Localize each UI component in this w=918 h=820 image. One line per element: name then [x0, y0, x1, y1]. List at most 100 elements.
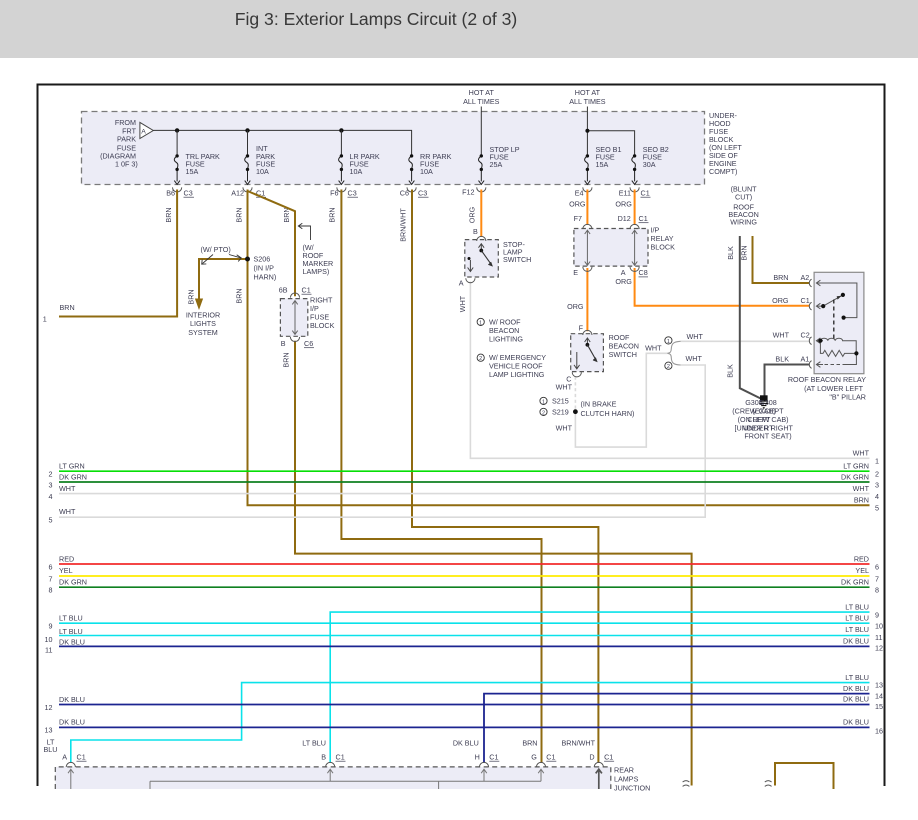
svg-text:6: 6	[875, 562, 879, 571]
svg-text:15: 15	[875, 702, 883, 711]
svg-text:C3: C3	[348, 189, 357, 198]
svg-text:COMPT): COMPT)	[709, 167, 737, 176]
svg-text:BRN/WHT: BRN/WHT	[561, 739, 595, 748]
svg-text:10A: 10A	[256, 167, 269, 176]
svg-text:BRN: BRN	[164, 207, 173, 222]
svg-text:D: D	[589, 753, 594, 762]
svg-text:14: 14	[875, 692, 883, 701]
svg-text:WHT: WHT	[773, 330, 790, 339]
svg-text:Fig 3: Exterior Lamps Circuit: Fig 3: Exterior Lamps Circuit (2 of 3)	[235, 9, 518, 29]
svg-text:WHT: WHT	[645, 344, 662, 353]
svg-text:9: 9	[875, 610, 879, 619]
svg-text:4: 4	[875, 492, 879, 501]
svg-text:REAR: REAR	[614, 765, 634, 774]
svg-text:DK BLU: DK BLU	[843, 695, 869, 704]
svg-text:HOT AT: HOT AT	[469, 88, 495, 97]
svg-text:E: E	[573, 268, 578, 277]
svg-text:A: A	[459, 279, 464, 288]
svg-text:BRN: BRN	[854, 495, 869, 504]
svg-text:BRN: BRN	[60, 303, 75, 312]
svg-text:B6: B6	[166, 189, 175, 198]
svg-text:PARK: PARK	[117, 135, 136, 144]
svg-text:ROOF BEACON RELAY: ROOF BEACON RELAY	[788, 375, 866, 384]
svg-text:1 0F 3): 1 0F 3)	[115, 160, 138, 169]
svg-text:6: 6	[49, 562, 53, 571]
svg-text:BRN: BRN	[235, 207, 244, 222]
svg-text:ORG: ORG	[772, 296, 789, 305]
svg-text:C1: C1	[336, 753, 345, 762]
svg-text:WHT: WHT	[687, 332, 704, 341]
svg-text:7: 7	[875, 574, 879, 583]
svg-text:A: A	[621, 268, 626, 277]
svg-text:5: 5	[49, 515, 53, 524]
svg-text:WHT: WHT	[458, 295, 467, 312]
svg-text:C6: C6	[400, 189, 409, 198]
svg-text:LAMPS: LAMPS	[614, 774, 639, 783]
svg-text:3: 3	[49, 481, 53, 490]
svg-text:C1: C1	[801, 296, 810, 305]
svg-text:DK BLU: DK BLU	[59, 695, 85, 704]
svg-text:C6: C6	[304, 339, 313, 348]
svg-text:WHT: WHT	[59, 507, 76, 516]
svg-text:C3: C3	[184, 189, 193, 198]
svg-text:RED: RED	[854, 554, 869, 563]
svg-text:10A: 10A	[420, 167, 433, 176]
svg-text:E11: E11	[619, 189, 631, 198]
svg-text:7: 7	[49, 574, 53, 583]
svg-text:S215: S215	[552, 396, 569, 405]
svg-text:LIGHTS: LIGHTS	[190, 319, 216, 328]
svg-text:"B" PILLAR: "B" PILLAR	[829, 393, 866, 402]
svg-text:BLU: BLU	[44, 745, 58, 754]
svg-text:1: 1	[479, 320, 482, 326]
svg-text:CUT): CUT)	[735, 193, 752, 202]
svg-text:B: B	[281, 339, 286, 348]
svg-text:DK BLU: DK BLU	[59, 638, 85, 647]
svg-text:BLK: BLK	[775, 354, 789, 363]
svg-text:2: 2	[667, 364, 670, 370]
svg-text:BRN: BRN	[328, 207, 337, 222]
svg-text:(IN BRAKE: (IN BRAKE	[581, 400, 617, 409]
svg-text:WHT: WHT	[853, 449, 870, 458]
svg-text:(W/ PTO): (W/ PTO)	[201, 245, 231, 254]
svg-text:C1: C1	[604, 753, 613, 762]
svg-text:B: B	[473, 227, 478, 236]
svg-text:BLK: BLK	[726, 246, 735, 260]
svg-text:HARN): HARN)	[254, 273, 277, 282]
svg-text:LT BLU: LT BLU	[845, 625, 869, 634]
svg-text:LT BLU: LT BLU	[59, 613, 83, 622]
svg-text:LAMP LIGHTING: LAMP LIGHTING	[489, 370, 545, 379]
svg-text:CLUTCH HARN): CLUTCH HARN)	[581, 409, 635, 418]
svg-text:C1: C1	[639, 214, 648, 223]
svg-text:ORG: ORG	[567, 302, 584, 311]
svg-text:WHT: WHT	[59, 484, 76, 493]
svg-text:C2: C2	[801, 330, 810, 339]
svg-text:2: 2	[479, 356, 482, 362]
svg-text:H: H	[475, 753, 480, 762]
svg-text:DK GRN: DK GRN	[59, 472, 87, 481]
svg-text:ORG: ORG	[569, 199, 586, 208]
svg-text:BLOCK: BLOCK	[651, 243, 676, 252]
svg-text:10A: 10A	[350, 167, 363, 176]
svg-text:BRN: BRN	[235, 288, 244, 303]
svg-text:12: 12	[875, 644, 883, 653]
svg-text:WHT: WHT	[853, 484, 870, 493]
svg-text:RED: RED	[59, 554, 74, 563]
svg-text:ORG: ORG	[468, 206, 477, 223]
svg-text:LT GRN: LT GRN	[843, 461, 869, 470]
svg-text:25A: 25A	[490, 160, 503, 169]
svg-text:LT BLU: LT BLU	[59, 627, 83, 636]
svg-text:DK GRN: DK GRN	[841, 577, 869, 586]
svg-text:JUNCTION: JUNCTION	[614, 783, 650, 792]
svg-text:BRN: BRN	[773, 273, 788, 282]
svg-text:BRN: BRN	[187, 289, 196, 304]
svg-text:DK BLU: DK BLU	[843, 637, 869, 646]
svg-text:LIGHTING: LIGHTING	[489, 335, 523, 344]
svg-text:A12: A12	[231, 189, 244, 198]
svg-text:8: 8	[875, 586, 879, 595]
svg-text:13: 13	[45, 725, 53, 734]
svg-text:S219: S219	[552, 407, 569, 416]
svg-text:ALL TIMES: ALL TIMES	[569, 97, 606, 106]
svg-text:A: A	[141, 129, 146, 136]
svg-text:G: G	[531, 753, 537, 762]
svg-text:10: 10	[875, 621, 883, 630]
